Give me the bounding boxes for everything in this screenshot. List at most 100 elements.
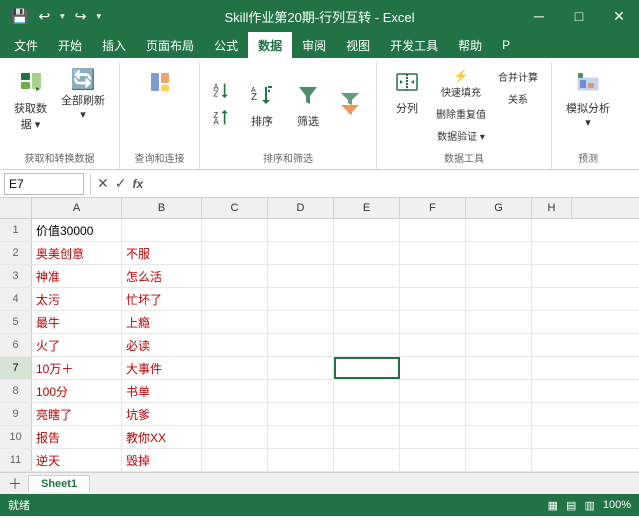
sort-za-button[interactable]: Z A <box>208 107 238 134</box>
cell-4-E[interactable] <box>334 288 400 310</box>
cell-3-D[interactable] <box>268 265 334 287</box>
tab-home[interactable]: 开始 <box>48 32 92 58</box>
cell-8-F[interactable] <box>400 380 466 402</box>
cell-7-D[interactable] <box>268 357 334 379</box>
cell-4-A[interactable]: 太污 <box>32 288 122 310</box>
cell-1-A[interactable]: 价值30000 <box>32 219 122 241</box>
tab-extra[interactable]: P <box>492 32 520 58</box>
cell-11-F[interactable] <box>400 449 466 471</box>
cell-8-C[interactable] <box>202 380 268 402</box>
col-header-g[interactable]: G <box>466 198 532 218</box>
cell-10-B[interactable]: 教你XX <box>122 426 202 448</box>
tab-formula[interactable]: 公式 <box>204 32 248 58</box>
cell-5-C[interactable] <box>202 311 268 333</box>
manage-model-button[interactable] <box>493 110 543 116</box>
row-header-5[interactable]: 5 <box>0 311 32 333</box>
cell-3-G[interactable] <box>466 265 532 287</box>
cell-4-G[interactable] <box>466 288 532 310</box>
cell-8-B[interactable]: 书单 <box>122 380 202 402</box>
cell-7-A[interactable]: 10万＋ <box>32 357 122 379</box>
cell-5-D[interactable] <box>268 311 334 333</box>
cell-11-D[interactable] <box>268 449 334 471</box>
cell-1-C[interactable] <box>202 219 268 241</box>
cell-8-A[interactable]: 100分 <box>32 380 122 402</box>
col-header-b[interactable]: B <box>122 198 202 218</box>
cell-7-B[interactable]: 大事件 <box>122 357 202 379</box>
cell-9-B[interactable]: 坑爹 <box>122 403 202 425</box>
cell-2-E[interactable] <box>334 242 400 264</box>
row-header-3[interactable]: 3 <box>0 265 32 287</box>
cell-3-A[interactable]: 神准 <box>32 265 122 287</box>
cell-7-C[interactable] <box>202 357 268 379</box>
cell-1-F[interactable] <box>400 219 466 241</box>
confirm-formula-icon[interactable]: ✓ <box>115 175 127 192</box>
add-sheet-button[interactable]: ＋ <box>4 474 26 494</box>
redo-icon[interactable]: ↪ <box>72 6 90 27</box>
cell-5-E[interactable] <box>334 311 400 333</box>
cell-11-E[interactable] <box>334 449 400 471</box>
cell-11-C[interactable] <box>202 449 268 471</box>
tab-developer[interactable]: 开发工具 <box>380 32 448 58</box>
cell-3-C[interactable] <box>202 265 268 287</box>
cell-10-G[interactable] <box>466 426 532 448</box>
customize-icon[interactable]: ▾ <box>93 9 104 24</box>
view-normal-icon[interactable]: ▦ <box>548 499 558 512</box>
col-header-f[interactable]: F <box>400 198 466 218</box>
save-icon[interactable]: 💾 <box>8 6 31 27</box>
cell-9-D[interactable] <box>268 403 334 425</box>
cell-9-A[interactable]: 亮瞎了 <box>32 403 122 425</box>
tab-view[interactable]: 视图 <box>336 32 380 58</box>
row-header-4[interactable]: 4 <box>0 288 32 310</box>
cell-11-A[interactable]: 逆天 <box>32 449 122 471</box>
undo-dropdown-icon[interactable]: ▾ <box>57 9 68 24</box>
sort-button[interactable]: A Z 排序 <box>240 79 284 133</box>
refresh-all-button[interactable]: 🔄 全部刷新▾ <box>55 66 111 125</box>
row-header-10[interactable]: 10 <box>0 426 32 448</box>
advanced-filter-button[interactable] <box>332 87 368 125</box>
remove-duplicates-button[interactable]: 删除重复值 <box>431 103 491 124</box>
close-button[interactable]: ✕ <box>599 0 639 32</box>
cell-2-A[interactable]: 奥美创意 <box>32 242 122 264</box>
cell-10-F[interactable] <box>400 426 466 448</box>
cell-6-E[interactable] <box>334 334 400 356</box>
cell-9-F[interactable] <box>400 403 466 425</box>
cell-1-D[interactable] <box>268 219 334 241</box>
col-header-a[interactable]: A <box>32 198 122 218</box>
cell-3-E[interactable] <box>334 265 400 287</box>
view-layout-icon[interactable]: ▤ <box>566 499 576 512</box>
cell-11-B[interactable]: 毁掉 <box>122 449 202 471</box>
cell-6-B[interactable]: 必读 <box>122 334 202 356</box>
cell-8-G[interactable] <box>466 380 532 402</box>
row-header-11[interactable]: 11 <box>0 449 32 471</box>
col-header-c[interactable]: C <box>202 198 268 218</box>
cell-5-A[interactable]: 最牛 <box>32 311 122 333</box>
tab-insert[interactable]: 插入 <box>92 32 136 58</box>
cell-2-C[interactable] <box>202 242 268 264</box>
undo-icon[interactable]: ↩ <box>35 6 53 27</box>
tab-page-layout[interactable]: 页面布局 <box>136 32 204 58</box>
cell-5-B[interactable]: 上瘾 <box>122 311 202 333</box>
formula-input[interactable] <box>147 173 635 195</box>
queries-panel-button[interactable] <box>138 66 182 98</box>
cell-5-F[interactable] <box>400 311 466 333</box>
row-header-8[interactable]: 8 <box>0 380 32 402</box>
cancel-formula-icon[interactable]: ✕ <box>97 175 109 192</box>
cell-1-B[interactable] <box>122 219 202 241</box>
cell-7-F[interactable] <box>400 357 466 379</box>
cell-9-E[interactable] <box>334 403 400 425</box>
maximize-button[interactable]: □ <box>559 0 599 32</box>
cell-9-G[interactable] <box>466 403 532 425</box>
get-data-button[interactable]: 获取数据 ▾ <box>8 66 53 136</box>
cell-6-D[interactable] <box>268 334 334 356</box>
tab-review[interactable]: 审阅 <box>292 32 336 58</box>
cell-4-D[interactable] <box>268 288 334 310</box>
cell-11-G[interactable] <box>466 449 532 471</box>
cell-6-A[interactable]: 火了 <box>32 334 122 356</box>
row-header-1[interactable]: 1 <box>0 219 32 241</box>
what-if-button[interactable]: 模拟分析▾ <box>560 66 616 133</box>
cell-2-G[interactable] <box>466 242 532 264</box>
cell-3-B[interactable]: 怎么活 <box>122 265 202 287</box>
cell-6-F[interactable] <box>400 334 466 356</box>
col-header-h[interactable]: H <box>532 198 572 218</box>
cell-7-G[interactable] <box>466 357 532 379</box>
